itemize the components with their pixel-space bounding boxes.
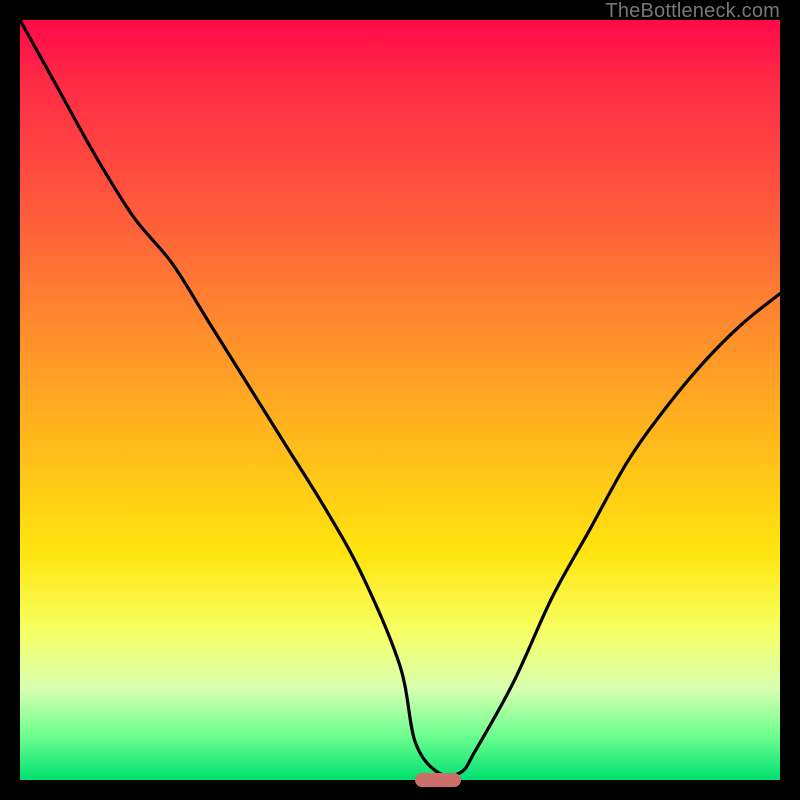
bottleneck-curve <box>20 20 780 776</box>
plot-area <box>20 20 780 780</box>
curve-svg <box>20 20 780 780</box>
chart-frame: TheBottleneck.com <box>0 0 800 800</box>
optimal-range-marker <box>415 773 461 787</box>
